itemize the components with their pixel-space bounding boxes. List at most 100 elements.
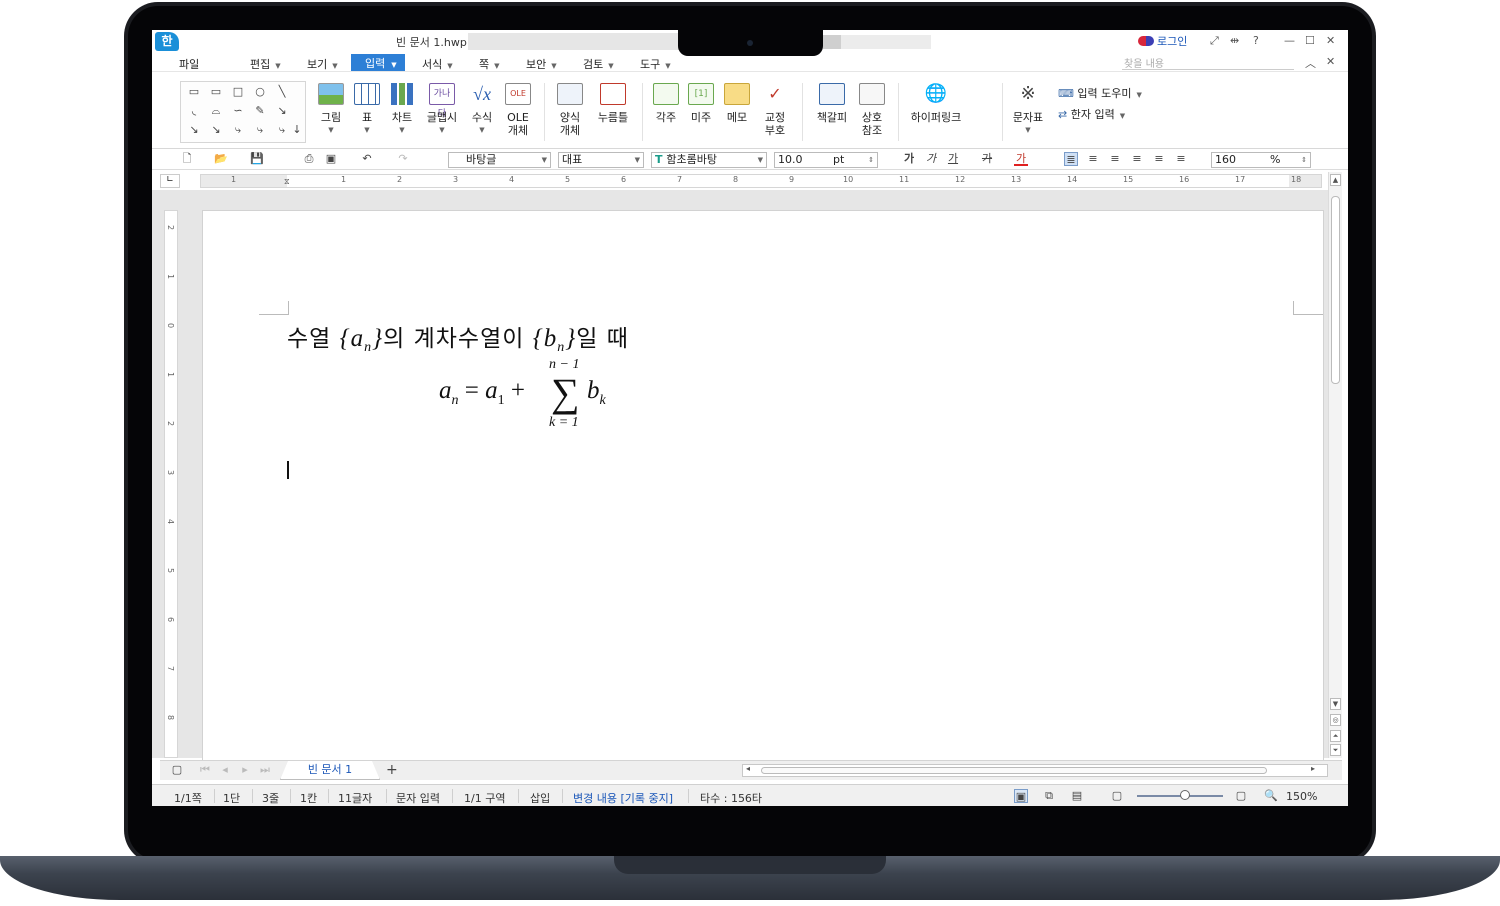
web-view-icon[interactable]: ⧉ <box>1042 789 1056 803</box>
zoom-input[interactable]: 160% ⇕ <box>1211 152 1311 168</box>
curve-icon[interactable]: ∽ <box>229 104 247 118</box>
menu-security[interactable]: 보안 ▼ <box>526 56 557 72</box>
underline-button[interactable]: 가 <box>946 152 960 166</box>
ellipse-icon[interactable]: ○ <box>251 85 269 99</box>
insert-ole-button[interactable]: OLE OLE 개체 <box>498 83 538 137</box>
undo-icon[interactable]: ↶ <box>360 152 374 166</box>
first-tab-icon[interactable]: ⏮ <box>198 763 212 777</box>
vertical-ruler[interactable]: 2 1 0 1 2 3 4 5 6 7 8 <box>164 210 178 758</box>
align-left-icon[interactable]: ≡ <box>1086 152 1100 166</box>
insert-glyph-button[interactable]: 가나다 글맵시 ▼ <box>422 83 462 137</box>
hyperlink-button[interactable]: 🌐 하이퍼링크 <box>904 83 968 124</box>
menu-view[interactable]: 보기 ▼ <box>307 56 338 72</box>
magnifier-icon[interactable]: 🔍 <box>1264 789 1278 803</box>
rectangle-icon[interactable]: □ <box>229 85 247 99</box>
menu-insert[interactable]: 입력 ▼ <box>351 54 405 71</box>
distribute-icon[interactable]: ≡ <box>1152 152 1166 166</box>
connector-icon[interactable]: ⤷ <box>273 123 291 137</box>
close-icon[interactable]: ✕ <box>1326 34 1335 47</box>
italic-button[interactable]: 가 <box>924 152 938 166</box>
help-button[interactable]: ? <box>1253 34 1259 47</box>
textbox-icon[interactable]: ▭ <box>207 85 225 99</box>
redo-icon[interactable]: ↷ <box>396 152 410 166</box>
scroll-down-icon[interactable]: ▼ <box>1330 698 1341 710</box>
style-select[interactable]: 바탕글 ▼ <box>448 152 551 168</box>
prev-tab-icon[interactable]: ◂ <box>218 763 232 777</box>
character-map-button[interactable]: ※ 문자표 ▼ <box>1008 83 1048 137</box>
zoom-fit-icon[interactable]: ▢ <box>1110 789 1124 803</box>
font-select[interactable]: T 함초롬바탕 ▼ <box>651 152 767 168</box>
scroll-thumb[interactable] <box>1331 196 1340 384</box>
menu-review[interactable]: 검토 ▼ <box>583 56 614 72</box>
document-page[interactable]: 수열 {an}의 계차수열이 {bn}일 때 an = a1 + n − 1 ∑… <box>202 210 1324 770</box>
vertical-scrollbar[interactable]: ▲ ▼ ◎ ⏶ ⏷ <box>1328 172 1342 758</box>
new-document-icon[interactable]: 🗋 <box>180 152 194 166</box>
insert-picture-button[interactable]: 그림 ▼ <box>311 83 351 137</box>
prev-page-icon[interactable]: ⏶ <box>1330 730 1341 742</box>
font-color-button[interactable]: 가 <box>1014 152 1028 166</box>
bookmark-button[interactable]: 책갈피 <box>812 83 852 124</box>
insert-table-button[interactable]: 표 ▼ <box>347 83 387 137</box>
split-view-icon[interactable]: ⇹ <box>1230 34 1239 47</box>
endnote-button[interactable]: [1] 미주 <box>681 83 721 124</box>
strikethrough-button[interactable]: 가 <box>980 152 994 166</box>
print-icon[interactable]: ⎙ <box>302 152 316 166</box>
scroll-thumb[interactable] <box>761 767 1267 774</box>
hanja-input-button[interactable]: ⇄ 한자 입력 ▼ <box>1058 106 1125 122</box>
connector-icon[interactable]: ⤷ <box>229 123 247 137</box>
tab-stop-selector[interactable]: ∟ <box>160 174 180 188</box>
minimize-icon[interactable]: — <box>1284 34 1295 47</box>
language-select[interactable]: 대표 ▼ <box>558 152 644 168</box>
connector-icon[interactable]: ↘ <box>207 123 225 137</box>
tab-list-icon[interactable]: ▢ <box>170 763 184 777</box>
zoom-page-icon[interactable]: ▢ <box>1234 789 1248 803</box>
indent-marker-icon[interactable]: ⧖ <box>284 177 290 187</box>
menu-edit[interactable]: 편집 ▼ <box>250 56 281 72</box>
line-icon[interactable]: ╲ <box>273 85 291 99</box>
page-select-icon[interactable]: ◎ <box>1330 714 1341 726</box>
login-button[interactable]: 로그인 <box>1138 33 1187 49</box>
textbox-icon[interactable]: ▭ <box>185 85 203 99</box>
scroll-left-icon[interactable]: ◂ <box>746 764 750 773</box>
connector-icon[interactable]: ↘ <box>273 104 291 118</box>
connector-icon[interactable]: ↘ <box>185 123 203 137</box>
align-justify-icon[interactable]: ≣ <box>1064 152 1078 166</box>
field-button[interactable]: 누름틀 <box>593 83 633 124</box>
next-page-icon[interactable]: ⏷ <box>1330 744 1341 756</box>
insert-equation-button[interactable]: √x 수식 ▼ <box>462 83 502 137</box>
collapse-ribbon-icon[interactable]: ︿ <box>1305 55 1316 71</box>
connector-icon[interactable]: ⤷ <box>251 123 269 137</box>
zoom-slider-thumb[interactable] <box>1180 790 1190 800</box>
close-search-icon[interactable]: ✕ <box>1326 55 1335 68</box>
input-helper-button[interactable]: ⌨ 입력 도우미 ▼ <box>1058 85 1142 101</box>
search-input[interactable]: 찾을 내용 <box>1122 55 1294 70</box>
outline-view-icon[interactable]: ▤ <box>1070 789 1084 803</box>
add-tab-button[interactable]: + <box>386 762 398 778</box>
freehand-icon[interactable]: ✎ <box>251 104 269 118</box>
status-page[interactable]: 1/1쪽 <box>174 790 202 806</box>
align-center-icon[interactable]: ≡ <box>1108 152 1122 166</box>
arc-icon[interactable]: ◟ <box>185 104 203 118</box>
fullscreen-icon[interactable]: ⤢ <box>1210 34 1219 48</box>
status-track-changes[interactable]: 변경 내용 [기록 중지] <box>573 790 673 806</box>
memo-button[interactable]: 메모 <box>717 83 757 124</box>
font-size-input[interactable]: 10.0 pt ⇕ <box>774 152 878 168</box>
maximize-icon[interactable]: ☐ <box>1305 34 1315 47</box>
app-logo-icon[interactable]: 한 <box>155 32 179 51</box>
bold-button[interactable]: 가 <box>902 152 916 166</box>
form-object-button[interactable]: 양식 개체 <box>550 83 590 137</box>
menu-page[interactable]: 쪽 ▼ <box>479 56 500 72</box>
menu-format[interactable]: 서식 ▼ <box>422 56 453 72</box>
proofreading-button[interactable]: ✓ 교정 부호 <box>755 83 795 137</box>
paragraph-1[interactable]: 수열 {an}의 계차수열이 {bn}일 때 <box>287 319 629 356</box>
tab-document-1[interactable]: 빈 문서 1 <box>280 761 380 780</box>
open-folder-icon[interactable]: 📂 <box>214 152 228 166</box>
horizontal-ruler[interactable]: 1 1 2 3 4 5 6 7 8 9 10 11 12 13 14 15 16… <box>200 174 1322 188</box>
cross-reference-button[interactable]: 상호 참조 <box>852 83 892 137</box>
align-right-icon[interactable]: ≡ <box>1130 152 1144 166</box>
save-icon[interactable]: 💾 <box>250 152 264 166</box>
shape-gallery[interactable]: ▭ ▭ □ ○ ╲ ◟ ⌓ ∽ ✎ ↘ ↘ ↘ ⤷ ⤷ ⤷ ↓ <box>180 81 306 143</box>
equation-object[interactable]: an = a1 + n − 1 ∑ k = 1 bk <box>439 357 639 430</box>
scroll-up-icon[interactable]: ▲ <box>1330 174 1341 186</box>
page-view-icon[interactable]: ▣ <box>1014 789 1028 803</box>
